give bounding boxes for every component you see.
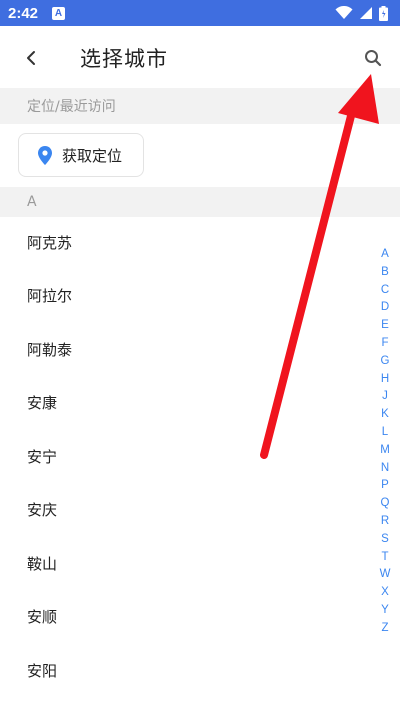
index-letter[interactable]: M <box>380 442 390 460</box>
index-letter[interactable]: F <box>381 335 388 353</box>
index-letter[interactable]: K <box>381 406 389 424</box>
index-letter[interactable]: R <box>381 513 389 531</box>
index-letter[interactable]: Y <box>381 602 389 620</box>
signal-icon <box>360 7 372 19</box>
battery-icon <box>379 5 388 21</box>
alphabet-index[interactable]: A B C D E F G H J K L M N P Q R S T W X … <box>377 246 393 638</box>
city-item[interactable]: 阿克苏 <box>27 228 347 258</box>
index-letter[interactable]: C <box>381 282 389 300</box>
index-letter[interactable]: D <box>381 299 389 317</box>
city-item[interactable]: 安顺 <box>27 602 347 632</box>
notification-icon: A <box>52 6 66 20</box>
city-item[interactable]: 安宁 <box>27 442 347 472</box>
index-letter[interactable]: G <box>381 353 390 371</box>
index-letter[interactable]: Z <box>381 620 388 638</box>
index-letter[interactable]: N <box>381 460 389 478</box>
search-icon <box>365 50 382 67</box>
get-location-label: 获取定位 <box>62 146 123 165</box>
index-letter[interactable]: W <box>380 566 391 584</box>
index-letter[interactable]: Q <box>381 495 390 513</box>
city-item[interactable]: 鞍山 <box>27 549 347 579</box>
city-item[interactable]: 安阳 <box>27 656 347 686</box>
status-bar: 2:42 A <box>0 0 400 26</box>
back-button[interactable] <box>16 44 46 72</box>
city-item[interactable]: 阿拉尔 <box>27 281 347 311</box>
location-section-header: 定位/最近访问 <box>0 88 400 124</box>
index-letter[interactable]: E <box>381 317 389 335</box>
location-section-title: 定位/最近访问 <box>27 99 116 115</box>
chevron-left-icon <box>27 51 35 65</box>
city-item[interactable]: 安庆 <box>27 495 347 525</box>
page-title: 选择城市 <box>80 47 168 71</box>
index-letter[interactable]: J <box>382 388 388 406</box>
map-pin-icon <box>38 145 52 165</box>
search-button[interactable] <box>358 44 388 72</box>
get-location-button[interactable]: 获取定位 <box>18 133 144 177</box>
index-letter[interactable]: L <box>382 424 388 442</box>
index-letter[interactable]: P <box>381 477 389 495</box>
city-item[interactable]: 安康 <box>27 388 347 418</box>
index-letter[interactable]: T <box>381 549 388 567</box>
index-letter[interactable]: H <box>381 371 389 389</box>
letter-section-title: A <box>27 194 37 210</box>
header: 选择城市 <box>0 26 400 88</box>
index-letter[interactable]: A <box>381 246 389 264</box>
wifi-icon <box>335 6 353 19</box>
city-item[interactable]: 阿勒泰 <box>27 335 347 365</box>
status-time: 2:42 <box>8 4 39 22</box>
letter-section-header: A <box>0 187 400 217</box>
index-letter[interactable]: B <box>381 264 389 282</box>
index-letter[interactable]: X <box>381 584 389 602</box>
index-letter[interactable]: S <box>381 531 389 549</box>
